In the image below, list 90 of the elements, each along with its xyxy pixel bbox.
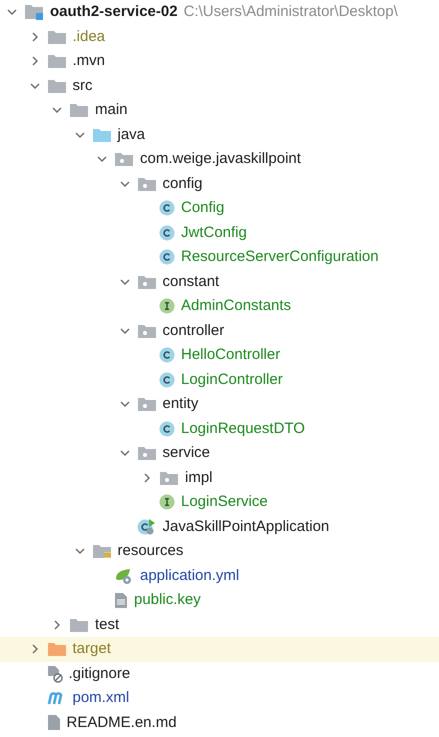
interface-icon: [159, 494, 175, 510]
tree-item-label: LoginService: [181, 492, 268, 512]
tree-row[interactable]: LoginService: [0, 490, 439, 514]
tree-row[interactable]: AdminConstants: [0, 294, 439, 318]
package-folder-icon: [136, 176, 156, 192]
text-file-icon: [114, 592, 128, 609]
class-icon: [159, 249, 175, 266]
resources-folder-icon: [92, 543, 112, 560]
interface-icon: [159, 298, 175, 314]
package-folder-icon: [136, 274, 156, 290]
tree-row[interactable]: LoginRequestDTO: [0, 416, 439, 441]
tree-item-label: oauth2-service-02: [50, 2, 178, 22]
tree-row[interactable]: service: [0, 441, 439, 466]
ignored-file-icon: [46, 664, 62, 683]
folder-icon: [69, 102, 89, 118]
tree-row[interactable]: pom.xml: [0, 686, 439, 710]
spring-app-class-icon: [136, 518, 156, 536]
tree-row[interactable]: JavaSkillPointApplication: [0, 514, 439, 539]
tree-item-label: constant: [162, 272, 220, 292]
tree-item-label: .mvn: [72, 51, 106, 71]
folder-icon: [92, 126, 112, 143]
tree-item-label: pom.xml: [72, 688, 130, 708]
package-folder-icon: [159, 470, 179, 486]
package-folder-icon: [136, 445, 156, 462]
tree-item-label: entity: [162, 394, 198, 414]
tree-item-label: com.weige.javaskillpoint: [140, 149, 301, 169]
module-folder-icon: [24, 4, 44, 20]
tree-row[interactable]: resources: [0, 539, 439, 564]
tree-item-label: controller: [162, 320, 224, 340]
tree-item-label: HelloController: [181, 345, 280, 365]
tree-row[interactable]: README.en.md: [0, 710, 439, 735]
tree-row[interactable]: target: [0, 637, 439, 662]
tree-row[interactable]: com.weige.javaskillpoint: [0, 147, 439, 172]
folder-icon: [69, 616, 89, 633]
tree-item-label: JwtConfig: [181, 222, 247, 242]
tree-item-label: AdminConstants: [181, 296, 292, 316]
package-folder-icon: [114, 151, 134, 168]
tree-row[interactable]: JwtConfig: [0, 220, 439, 245]
tree-row[interactable]: impl: [0, 466, 439, 490]
tree-row[interactable]: LoginController: [0, 368, 439, 392]
class-icon: [159, 372, 175, 388]
tree-row[interactable]: public.key: [0, 588, 439, 612]
tree-row[interactable]: .gitignore: [0, 662, 439, 686]
tree-item-label: .idea: [72, 26, 106, 46]
tree-row[interactable]: config: [0, 172, 439, 196]
folder-icon: [46, 78, 66, 94]
tree-row[interactable]: application.yml: [0, 564, 439, 588]
tree-row[interactable]: test: [0, 612, 439, 637]
package-folder-icon: [136, 322, 156, 339]
tree-row[interactable]: ResourceServerConfiguration: [0, 245, 439, 270]
folder-icon: [46, 641, 66, 658]
tree-row[interactable]: main: [0, 98, 439, 122]
tree-item-label: public.key: [134, 590, 201, 610]
tree-item-label: application.yml: [140, 566, 240, 586]
tree-item-label: Config: [181, 198, 224, 218]
tree-item-label: config: [162, 174, 203, 194]
tree-row[interactable]: Config: [0, 196, 439, 220]
tree-row[interactable]: .idea: [0, 24, 439, 49]
file-icon: [46, 714, 60, 732]
tree-row[interactable]: java: [0, 122, 439, 147]
tree-item-label: JavaSkillPointApplication: [162, 516, 330, 536]
tree-item-label: target: [72, 639, 111, 659]
tree-row[interactable]: src: [0, 74, 439, 98]
class-icon: [159, 200, 175, 216]
folder-icon: [46, 53, 66, 70]
tree-item-label: .gitignore: [68, 664, 130, 684]
class-icon: [159, 224, 175, 241]
tree-row[interactable]: HelloController: [0, 343, 439, 368]
tree-item-label: README.en.md: [66, 712, 177, 732]
tree-item-label: src: [72, 76, 92, 96]
tree-item-label: ResourceServerConfiguration: [181, 247, 379, 267]
tree-item-label: main: [95, 100, 128, 120]
tree-row[interactable]: constant: [0, 270, 439, 294]
tree-row[interactable]: entity: [0, 392, 439, 416]
module-path: C:\Users\Administrator\Desktop\: [184, 2, 398, 22]
tree-row[interactable]: controller: [0, 318, 439, 343]
class-icon: [159, 420, 175, 437]
tree-item-label: LoginRequestDTO: [181, 418, 305, 438]
tree-item-label: service: [162, 443, 210, 463]
tree-item-label: resources: [118, 541, 184, 561]
package-folder-icon: [136, 396, 156, 412]
tree-item-label: LoginController: [181, 370, 283, 390]
folder-icon: [46, 28, 66, 45]
tree-item-label: test: [95, 614, 120, 634]
class-icon: [159, 347, 175, 364]
tree-row[interactable]: oauth2-service-02 C:\Users\Administrator\Desktop\: [0, 0, 439, 24]
tree-row[interactable]: .mvn: [0, 49, 439, 74]
tree-item-label: impl: [185, 468, 213, 488]
spring-config-icon: [114, 566, 134, 585]
tree-item-label: java: [118, 124, 146, 144]
